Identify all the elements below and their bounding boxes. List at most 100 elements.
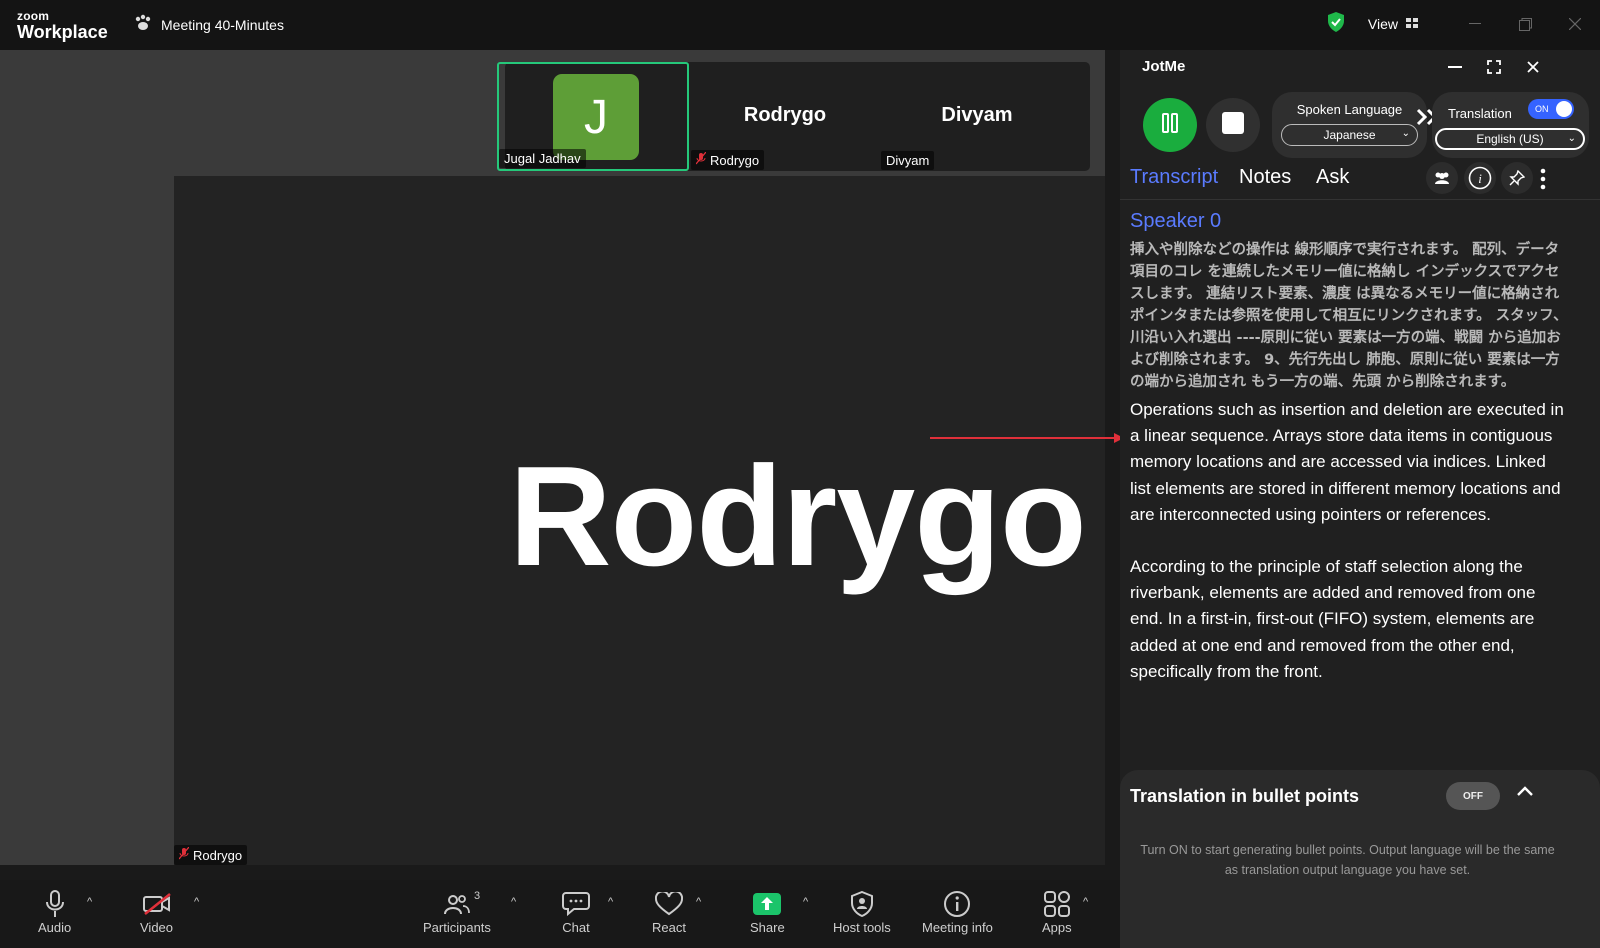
- chat-label: Chat: [562, 920, 590, 935]
- chat-options-chevron-icon[interactable]: ^: [608, 896, 613, 908]
- annotation-arrow: [930, 430, 1126, 448]
- participants-label: Participants: [423, 920, 491, 935]
- meeting-toolbar: Audio ^ Video ^ 3 Participants ^ Chat ^ …: [0, 880, 1120, 948]
- participant-name-tag: Divyam: [881, 151, 935, 170]
- apps-button[interactable]: Apps: [1042, 888, 1072, 935]
- thumbnail-strip: J Jugal Jadhav Rodrygo Rodrygo Divyam Di…: [497, 62, 1090, 171]
- meeting-area: J Jugal Jadhav Rodrygo Rodrygo Divyam Di…: [0, 50, 1105, 865]
- chat-button[interactable]: Chat: [562, 888, 590, 935]
- thumbnail-rodrygo[interactable]: Rodrygo Rodrygo: [689, 62, 881, 171]
- avatar: J: [553, 74, 639, 160]
- meeting-info-label: Meeting info: [922, 920, 993, 935]
- microphone-icon: [45, 888, 64, 920]
- share-screen-icon: [753, 888, 782, 920]
- spoken-language-select[interactable]: Japanese ⌄: [1281, 124, 1418, 146]
- participant-display-name: Rodrygo: [743, 104, 827, 126]
- translation-toggle[interactable]: ON: [1528, 99, 1574, 119]
- bullet-points-title: Translation in bullet points: [1130, 786, 1360, 806]
- participants-options-chevron-icon[interactable]: ^: [511, 896, 516, 908]
- share-label: Share: [750, 920, 785, 935]
- jotme-panel: JotMe Spoken Language Japanese ⌄ Transla…: [1120, 50, 1600, 948]
- apps-options-chevron-icon[interactable]: ^: [1083, 896, 1088, 908]
- participants-count: 3: [473, 890, 481, 902]
- svg-text:i: i: [1478, 171, 1482, 186]
- minimize-panel-icon[interactable]: [1444, 56, 1466, 78]
- security-shield-icon[interactable]: [1326, 11, 1346, 38]
- active-speaker-tag: Rodrygo: [174, 845, 248, 865]
- host-tools-label: Host tools: [833, 920, 891, 935]
- meeting-info-button[interactable]: Meeting info: [922, 888, 993, 935]
- share-button[interactable]: Share: [750, 888, 785, 935]
- chevron-up-icon[interactable]: [1516, 784, 1534, 802]
- close-panel-icon[interactable]: [1522, 56, 1544, 78]
- pause-icon: [1161, 112, 1179, 139]
- transcript-body: Speaker 0 挿入や削除などの操作は 線形順序で実行されます。 配列、デー…: [1130, 210, 1570, 685]
- zoom-logo: zoom Workplace: [17, 10, 108, 41]
- video-off-icon: [142, 888, 172, 920]
- restore-window-icon[interactable]: [1500, 0, 1550, 48]
- translated-paragraph: According to the principle of staff sele…: [1130, 557, 1536, 681]
- close-window-icon[interactable]: [1550, 0, 1600, 48]
- spoken-language-box: Spoken Language Japanese ⌄: [1272, 92, 1427, 158]
- bullet-points-toggle[interactable]: OFF: [1446, 782, 1500, 810]
- speaker-label: Speaker 0: [1130, 210, 1222, 232]
- view-button[interactable]: View: [1368, 16, 1418, 32]
- pause-button[interactable]: [1143, 98, 1197, 152]
- toggle-knob: [1556, 101, 1572, 117]
- jotme-header: JotMe: [1120, 50, 1600, 82]
- meeting-paw-icon: [134, 14, 152, 35]
- participant-display-name: Divyam: [941, 104, 1013, 126]
- participant-name-tag: Rodrygo: [691, 150, 765, 170]
- video-options-chevron-icon[interactable]: ^: [194, 896, 199, 908]
- thumbnail-jugal[interactable]: J Jugal Jadhav: [497, 62, 689, 171]
- title-bar: zoom Workplace Meeting 40-Minutes View: [0, 0, 1600, 50]
- muted-mic-icon: [695, 151, 707, 168]
- participants-button[interactable]: 3 Participants: [423, 888, 491, 935]
- video-button[interactable]: Video: [140, 888, 173, 935]
- audio-options-chevron-icon[interactable]: ^: [87, 896, 92, 908]
- info-icon[interactable]: i: [1464, 162, 1496, 194]
- spoken-language-label: Spoken Language: [1296, 102, 1403, 117]
- chevron-down-icon: ⌄: [1567, 133, 1576, 144]
- react-button[interactable]: React: [652, 888, 686, 935]
- expand-panel-icon[interactable]: [1483, 56, 1505, 78]
- chat-icon: [562, 888, 590, 920]
- apps-label: Apps: [1042, 920, 1072, 935]
- minimize-window-icon[interactable]: [1450, 0, 1500, 48]
- audio-button[interactable]: Audio: [38, 888, 71, 935]
- speakers-icon[interactable]: [1426, 162, 1458, 194]
- stop-button[interactable]: [1206, 98, 1260, 152]
- meeting-title[interactable]: Meeting 40-Minutes: [134, 14, 284, 35]
- logo-bottom: Workplace: [17, 22, 108, 42]
- react-options-chevron-icon[interactable]: ^: [696, 896, 701, 908]
- heart-icon: [654, 888, 683, 920]
- muted-mic-icon: [178, 846, 190, 863]
- original-transcript-text: 挿入や削除などの操作は 線形順序で実行されます。 配列、データ項目のコレ を連続…: [1130, 242, 1568, 390]
- host-tools-button[interactable]: Host tools: [833, 888, 891, 935]
- host-shield-icon: [850, 888, 874, 920]
- bullet-points-section: Translation in bullet points OFF Turn ON…: [1120, 770, 1600, 948]
- meeting-title-text: Meeting 40-Minutes: [161, 16, 284, 33]
- jotme-title: JotMe: [1142, 57, 1186, 75]
- thumbnail-divyam[interactable]: Divyam Divyam: [881, 62, 1073, 171]
- active-speaker-view: Rodrygo Rodrygo: [174, 176, 1105, 865]
- tab-ask[interactable]: Ask: [1316, 166, 1349, 189]
- react-label: React: [652, 920, 686, 935]
- tab-notes[interactable]: Notes: [1239, 166, 1291, 189]
- chevron-down-icon: ⌄: [1401, 128, 1410, 139]
- stop-icon: [1222, 111, 1244, 139]
- logo-top: zoom: [17, 9, 50, 23]
- apps-icon: [1043, 888, 1071, 920]
- more-options-icon[interactable]: [1540, 168, 1546, 195]
- active-speaker-name: Rodrygo: [509, 437, 1087, 596]
- pin-icon[interactable]: [1501, 162, 1533, 194]
- view-label: View: [1367, 16, 1398, 32]
- share-options-chevron-icon[interactable]: ^: [803, 896, 808, 908]
- audio-label: Audio: [38, 920, 72, 935]
- participant-name-tag: Jugal Jadhav: [499, 149, 586, 168]
- translation-language-select[interactable]: English (US) ⌄: [1435, 128, 1585, 150]
- tab-transcript[interactable]: Transcript: [1130, 166, 1218, 189]
- translation-box: Translation ON English (US) ⌄: [1432, 92, 1589, 158]
- translated-paragraph: Operations such as insertion and deletio…: [1130, 400, 1564, 524]
- panel-tabs: Transcript Notes Ask i: [1120, 162, 1600, 200]
